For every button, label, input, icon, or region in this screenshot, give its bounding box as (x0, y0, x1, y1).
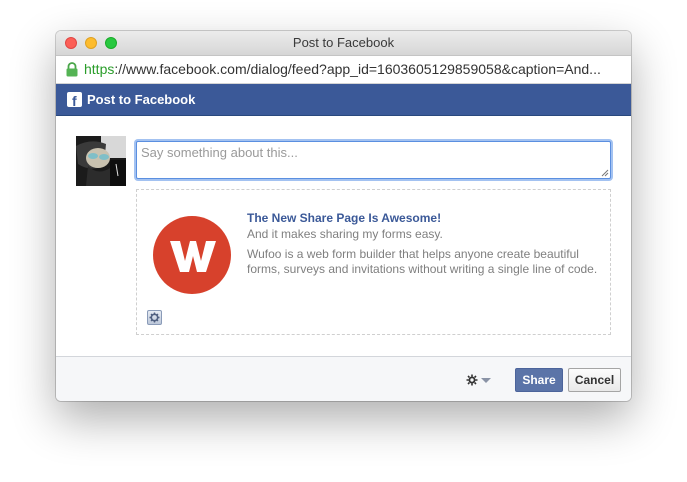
preview-title[interactable]: The New Share Page Is Awesome! (247, 211, 441, 225)
share-button[interactable]: Share (515, 368, 563, 392)
lock-icon (66, 62, 78, 77)
link-preview: The New Share Page Is Awesome! And it ma… (136, 189, 611, 335)
url-scheme: https (84, 61, 115, 77)
avatar (76, 136, 126, 186)
gear-icon[interactable] (466, 374, 478, 386)
dialog-body: The New Share Page Is Awesome! And it ma… (56, 116, 631, 356)
wufoo-logo (153, 216, 231, 294)
gear-icon (149, 312, 160, 323)
address-bar[interactable]: https://www.facebook.com/dialog/feed?app… (56, 56, 631, 84)
url-host-and-path: ://www.facebook.com/dialog/feed?app_id=1… (114, 61, 601, 77)
chevron-down-icon[interactable] (481, 378, 491, 383)
preview-settings-button[interactable] (147, 310, 162, 325)
title-bar[interactable]: Post to Facebook (56, 31, 631, 56)
dialog-header: f Post to Facebook (56, 84, 631, 116)
browser-window: Post to Facebook https://www.facebook.co… (56, 31, 631, 401)
resize-grip-icon[interactable] (601, 169, 609, 177)
facebook-logo-icon: f (67, 92, 82, 108)
dialog-footer: Share Cancel (56, 356, 631, 401)
window-title: Post to Facebook (292, 35, 395, 50)
comment-input[interactable] (136, 141, 611, 179)
preview-caption: And it makes sharing my forms easy. (247, 227, 443, 241)
dialog-title: Post to Facebook (87, 92, 196, 107)
preview-description: Wufoo is a web form builder that helps a… (247, 247, 598, 276)
cancel-button[interactable]: Cancel (568, 368, 621, 392)
url-text[interactable]: https://www.facebook.com/dialog/feed?app… (84, 56, 629, 83)
